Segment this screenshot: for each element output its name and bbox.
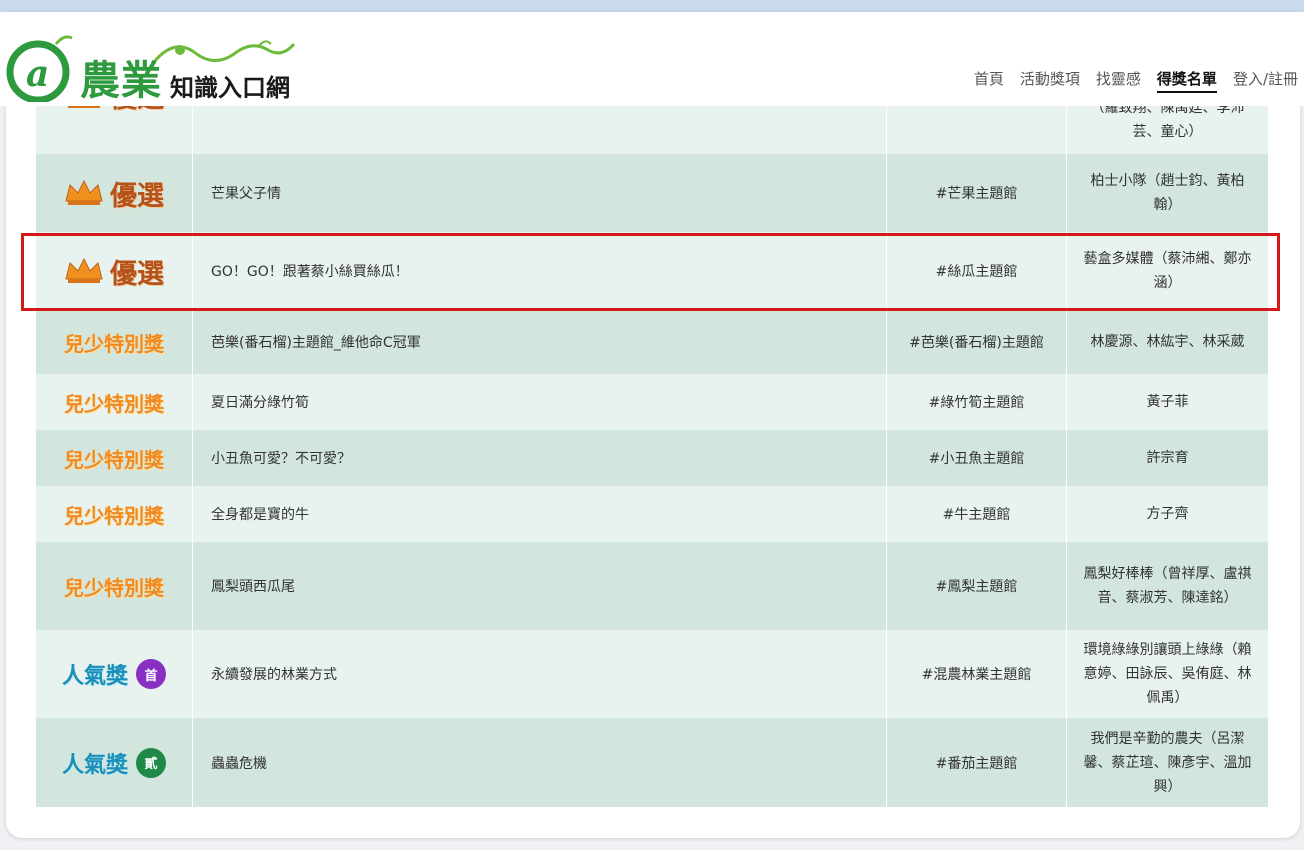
work-title[interactable]: 芒果父子情 bbox=[193, 154, 887, 232]
team-members: 黃子菲 bbox=[1146, 394, 1189, 410]
table-row: 兒少特別獎 芭樂(番石榴)主題館_維他命C冠軍 #芭樂(番石榴)主題館 林慶源、林紘宇… bbox=[36, 310, 1268, 375]
logo-sub-text: 知識入口網 bbox=[170, 74, 290, 102]
theme-tag[interactable]: #芭樂(番石榴)主題館 bbox=[887, 310, 1067, 374]
award-cell: 人氣獎首 bbox=[36, 630, 193, 718]
award-label: 人氣獎 bbox=[61, 663, 128, 689]
theme-tag[interactable]: #番茄主題館 bbox=[887, 718, 1067, 807]
site-logo[interactable]: a 農業 知識入口網 bbox=[4, 26, 314, 104]
nav-inspiration[interactable]: 找靈感 bbox=[1096, 68, 1141, 93]
team-members: 藝盒多媒體（蔡沛緗、鄭亦涵） bbox=[1083, 251, 1252, 291]
team-members: 鳳梨好棒棒（曾祥厚、盧祺音、蔡淑芳、陳達銘） bbox=[1083, 566, 1252, 606]
nav-login[interactable]: 登入/註冊 bbox=[1233, 68, 1298, 93]
team-members: 柏士小隊（趙士鈞、黃柏翰） bbox=[1090, 173, 1245, 213]
work-title[interactable]: 小丑魚可愛？不可愛？ bbox=[193, 430, 887, 486]
award-label: 兒少特別獎 bbox=[64, 575, 164, 600]
logo-main-text: 農業 bbox=[80, 57, 162, 104]
work-title[interactable]: 蟲蟲危機 bbox=[193, 718, 887, 807]
award-label: 兒少特別獎 bbox=[64, 447, 164, 472]
browser-top-strip bbox=[0, 0, 1304, 12]
work-title[interactable]: 夏日滿分綠竹筍 bbox=[193, 374, 887, 430]
table-row: 兒少特別獎 全身都是寶的牛 #牛主題館 方子齊 bbox=[36, 486, 1268, 543]
award-cell: 人氣獎貳 bbox=[36, 718, 193, 807]
team-members: 方子齊 bbox=[1146, 506, 1189, 522]
award-youxuan: 優選 bbox=[64, 174, 164, 213]
team-members: 許宗育 bbox=[1146, 450, 1189, 466]
table-row: 兒少特別獎 鳳梨頭西瓜尾 #鳳梨主題館 鳳梨好棒棒（曾祥厚、盧祺音、蔡淑芳、陳達銘） bbox=[36, 542, 1268, 631]
table-row: 人氣獎首永續發展的林業方式 #混農林業主題館 環境綠綠別讓頭上綠綠（賴意婷、田詠辰、… bbox=[36, 630, 1268, 719]
award-label: 優選 bbox=[110, 258, 164, 290]
work-title[interactable]: GO！GO！跟著蔡小絲買絲瓜！ bbox=[193, 232, 887, 310]
work-title[interactable]: 鳳梨頭西瓜尾 bbox=[193, 542, 887, 630]
theme-tag[interactable]: #混農林業主題館 bbox=[887, 630, 1067, 718]
work-title[interactable]: 芭樂(番石榴)主題館_維他命C冠軍 bbox=[193, 310, 887, 374]
nav-winners[interactable]: 得獎名單 bbox=[1156, 68, 1217, 93]
award-cell: 優選 bbox=[36, 232, 193, 310]
table-row: 兒少特別獎 小丑魚可愛？不可愛？ #小丑魚主題館 許宗育 bbox=[36, 430, 1268, 487]
award-popular: 人氣獎貳 bbox=[62, 747, 166, 779]
winners-table: 優選蜜蜂超有事！#蜜蜂主題館（羅致翔、陳禹廷、李沛芸、童心）優選芒果父子情#芒果… bbox=[36, 84, 1268, 807]
main-nav: 首頁 活動獎項 找靈感 得獎名單 登入/註冊 bbox=[974, 68, 1298, 93]
table-row: 人氣獎貳蟲蟲危機 #番茄主題館 我們是辛勤的農夫（呂潔馨、蔡芷瑄、陳彥宇、溫加興） bbox=[36, 718, 1268, 807]
table-row: 兒少特別獎 夏日滿分綠竹筍 #綠竹筍主題館 黃子菲 bbox=[36, 374, 1268, 431]
theme-tag[interactable]: #芒果主題館 bbox=[887, 154, 1067, 232]
theme-tag[interactable]: #絲瓜主題館 bbox=[887, 232, 1067, 310]
award-cell: 兒少特別獎 bbox=[36, 542, 193, 630]
award-label: 人氣獎 bbox=[61, 751, 128, 778]
work-title[interactable]: 永續發展的林業方式 bbox=[193, 630, 887, 718]
award-label: 兒少特別獎 bbox=[64, 391, 164, 416]
theme-tag[interactable]: #鳳梨主題館 bbox=[887, 542, 1067, 630]
award-cell: 兒少特別獎 bbox=[36, 310, 193, 374]
nav-home[interactable]: 首頁 bbox=[974, 68, 1004, 93]
svg-text:a: a bbox=[26, 53, 49, 95]
award-label: 優選 bbox=[110, 180, 164, 212]
award-youxuan: 優選 bbox=[64, 252, 164, 291]
award-label: 兒少特別獎 bbox=[64, 331, 164, 356]
work-title[interactable]: 全身都是寶的牛 bbox=[193, 486, 887, 542]
team-members: 林慶源、林紘宇、林采葳 bbox=[1090, 334, 1245, 350]
table-row: 優選 GO！GO！跟著蔡小絲買絲瓜！ #絲瓜主題館 藝盒多媒體（蔡沛緗、鄭亦涵） bbox=[36, 232, 1268, 311]
award-cell: 兒少特別獎 bbox=[36, 486, 193, 542]
nav-activities[interactable]: 活動獎項 bbox=[1020, 68, 1080, 93]
award-cell: 兒少特別獎 bbox=[36, 374, 193, 430]
award-cell: 優選 bbox=[36, 154, 193, 232]
site-header: a 農業 知識入口網 首頁 活動獎項 找靈感 得獎名單 登入/註冊 bbox=[0, 12, 1304, 106]
rank-badge: 首 bbox=[136, 659, 166, 689]
table-row: 優選 芒果父子情 #芒果主題館 柏士小隊（趙士鈞、黃柏翰） bbox=[36, 154, 1268, 233]
theme-tag[interactable]: #牛主題館 bbox=[887, 486, 1067, 542]
award-popular: 人氣獎首 bbox=[62, 658, 166, 690]
team-members: 環境綠綠別讓頭上綠綠（賴意婷、田詠辰、吳侑庭、林佩禹） bbox=[1083, 642, 1252, 706]
team-members: 我們是辛勤的農夫（呂潔馨、蔡芷瑄、陳彥宇、溫加興） bbox=[1083, 730, 1252, 795]
crown-icon bbox=[65, 179, 103, 205]
award-label: 兒少特別獎 bbox=[64, 503, 164, 528]
rank-badge: 貳 bbox=[136, 747, 166, 778]
theme-tag[interactable]: #綠竹筍主題館 bbox=[887, 374, 1067, 430]
theme-tag[interactable]: #小丑魚主題館 bbox=[887, 430, 1067, 486]
crown-icon bbox=[65, 257, 103, 283]
award-cell: 兒少特別獎 bbox=[36, 430, 193, 486]
